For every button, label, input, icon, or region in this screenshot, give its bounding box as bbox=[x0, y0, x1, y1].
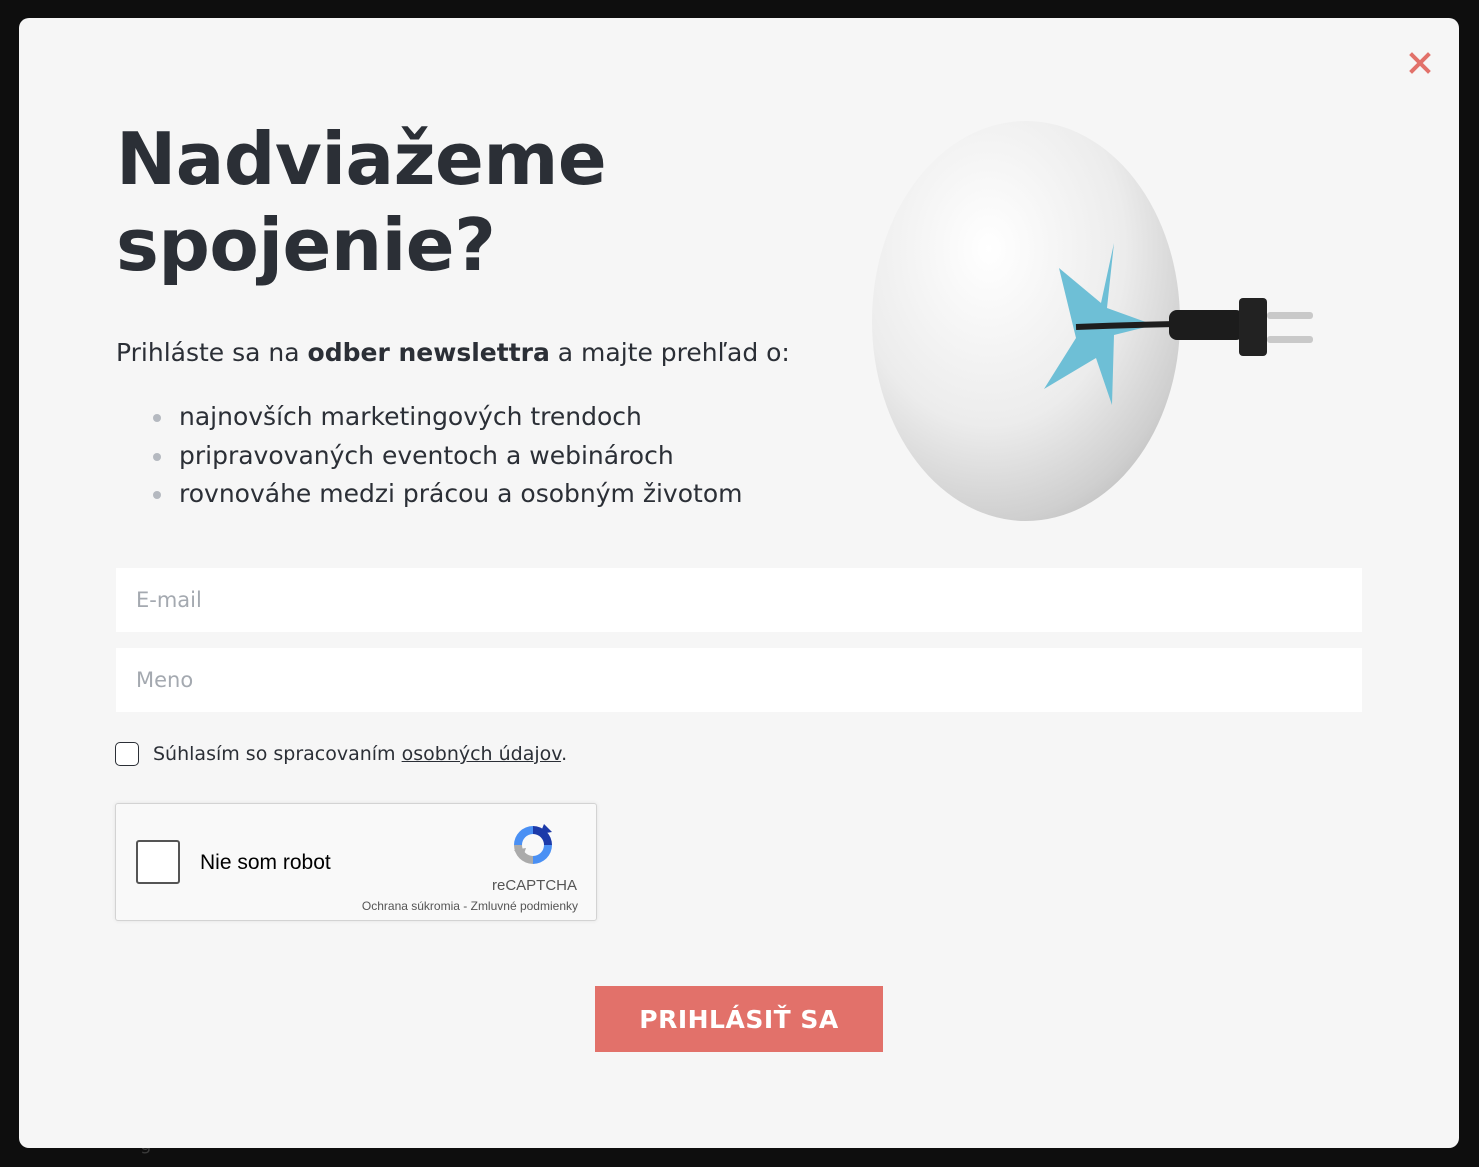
recaptcha-widget: Nie som robot reCAPTCHA Ochrana súkromia… bbox=[115, 803, 597, 921]
plug-pin-bottom bbox=[1267, 336, 1313, 343]
benefits-list: najnovších marketingových trendoch pripr… bbox=[116, 398, 742, 514]
bullet-icon bbox=[153, 414, 161, 422]
recaptcha-links: Ochrana súkromia - Zmluvné podmienky bbox=[362, 899, 578, 913]
egg-plug-illustration bbox=[872, 121, 1313, 521]
recaptcha-logo-icon bbox=[514, 824, 552, 864]
consent-suffix: . bbox=[561, 743, 568, 765]
benefit-text: rovnováhe medzi prácou a osobným životom bbox=[179, 479, 743, 508]
heading-line-2: spojenie? bbox=[116, 203, 496, 287]
close-icon bbox=[1409, 52, 1431, 74]
heading-line-1: Nadviažeme bbox=[116, 117, 607, 201]
plug-body bbox=[1169, 310, 1244, 340]
intro-suffix: a majte prehľad o: bbox=[549, 338, 790, 367]
subscribe-button[interactable]: PRIHLÁSIŤ SA bbox=[595, 986, 883, 1052]
consent-row: Súhlasím so spracovaním osobných údajov. bbox=[115, 742, 567, 766]
privacy-link[interactable]: Ochrana súkromia bbox=[362, 899, 460, 913]
recaptcha-checkbox[interactable] bbox=[136, 840, 180, 884]
benefit-text: najnovších marketingových trendoch bbox=[179, 402, 642, 431]
intro-bold: odber newslettra bbox=[307, 338, 550, 367]
consent-text: Súhlasím so spracovaním osobných údajov. bbox=[153, 743, 567, 765]
plug-head bbox=[1239, 298, 1267, 356]
links-separator: - bbox=[459, 899, 471, 913]
recaptcha-brand: reCAPTCHA bbox=[491, 877, 577, 894]
consent-prefix: Súhlasím so spracovaním bbox=[153, 743, 402, 765]
bullet-icon bbox=[153, 491, 161, 499]
list-item: najnovších marketingových trendoch bbox=[116, 398, 742, 437]
intro-text: Prihláste sa na odber newslettra a majte… bbox=[116, 338, 790, 367]
list-item: pripravovaných eventoch a webinároch bbox=[116, 437, 742, 476]
plug-cable bbox=[1075, 321, 1177, 330]
bullet-icon bbox=[153, 452, 161, 461]
benefit-text: pripravovaných eventoch a webinároch bbox=[179, 440, 674, 470]
intro-prefix: Prihláste sa na bbox=[116, 338, 308, 367]
email-input[interactable] bbox=[116, 568, 1362, 632]
modal-heading: Nadviažeme spojenie? bbox=[116, 116, 736, 288]
list-item: rovnováhe medzi prácou a osobným životom bbox=[116, 475, 742, 514]
close-button[interactable] bbox=[1405, 48, 1435, 78]
name-input[interactable] bbox=[116, 648, 1362, 712]
terms-link[interactable]: Zmluvné podmienky bbox=[471, 899, 578, 913]
personal-data-link[interactable]: osobných údajov bbox=[402, 743, 561, 765]
plug-pin-top bbox=[1267, 312, 1313, 319]
newsletter-modal: Nadviažeme spojenie? Prihláste sa na odb… bbox=[19, 18, 1459, 1148]
recaptcha-label: Nie som robot bbox=[200, 851, 331, 874]
consent-checkbox[interactable] bbox=[115, 742, 139, 766]
